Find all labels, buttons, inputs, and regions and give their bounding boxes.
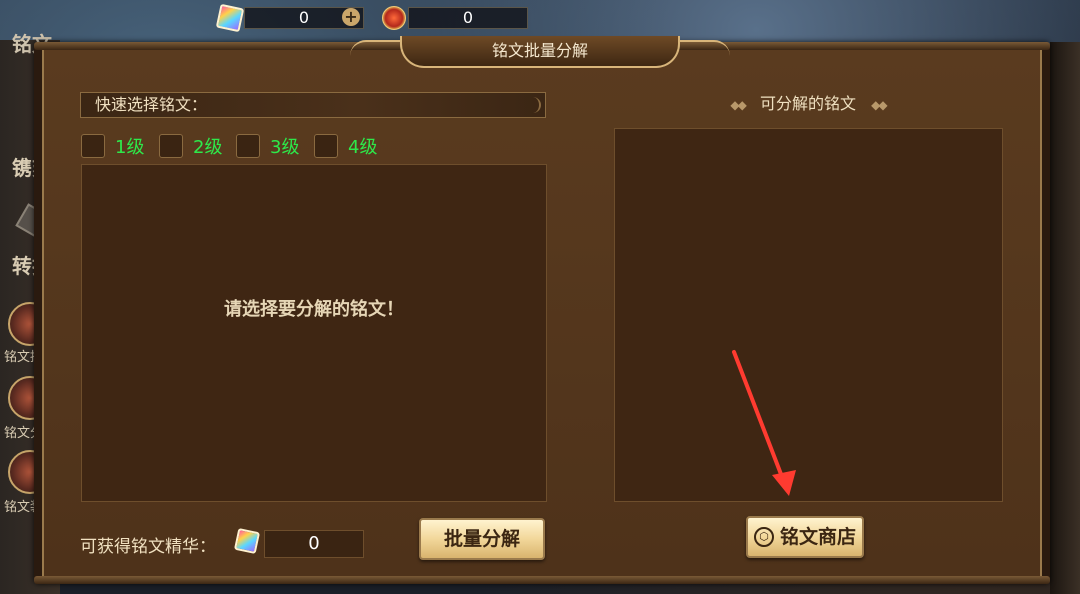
shop-icon: ⬡ [753,527,774,547]
selected-inscriptions-list: 请选择要分解的铭文！ [81,164,547,502]
quick-select-label: 快速选择铭文： [80,92,546,118]
inscription-shop-button[interactable]: ⬡ 铭文商店 [746,516,864,558]
essence-amount: 0 [264,530,364,558]
filter-label: 3级 [270,137,300,158]
decomposable-inscriptions-list [614,128,1003,502]
checkbox[interactable] [159,134,183,158]
rainbow-gem-icon [215,3,245,33]
checkbox[interactable] [81,134,105,158]
batch-decompose-button[interactable]: 批量分解 [419,518,545,560]
filter-label: 4级 [348,137,378,158]
filter-label: 2级 [193,137,223,158]
scroll-rod-bottom [34,576,1050,584]
filter-level-3[interactable]: 3级 [236,134,299,158]
checkbox[interactable] [236,134,260,158]
plus-icon[interactable]: + [342,8,360,26]
filter-level-2[interactable]: 2级 [159,134,222,158]
shop-button-label: 铭文商店 [779,526,856,548]
empty-message: 请选择要分解的铭文！ [224,299,404,320]
currency-bar: 0 + 0 [0,0,1080,36]
right-header-text: 可分解的铭文 [759,94,856,113]
right-edge-scenery [1050,42,1080,594]
checkbox[interactable] [314,134,338,158]
dialog-title: 铭文批量分解 [400,36,680,68]
filter-label: 1级 [115,137,145,158]
filter-level-1[interactable]: 1级 [81,134,144,158]
diamond-ornament-icon: ◆◆ [730,98,747,112]
medal-currency: 0 [382,6,528,30]
filter-level-4[interactable]: 4级 [314,134,377,158]
medal-count: 0 [408,7,528,29]
red-medal-icon [382,6,406,30]
essence-gem-icon [233,527,261,555]
diamond-ornament-icon: ◆◆ [871,98,888,112]
right-section-header: ◆◆ 可分解的铭文 ◆◆ [614,92,1002,118]
obtain-essence-label: 可获得铭文精华： [80,537,216,557]
